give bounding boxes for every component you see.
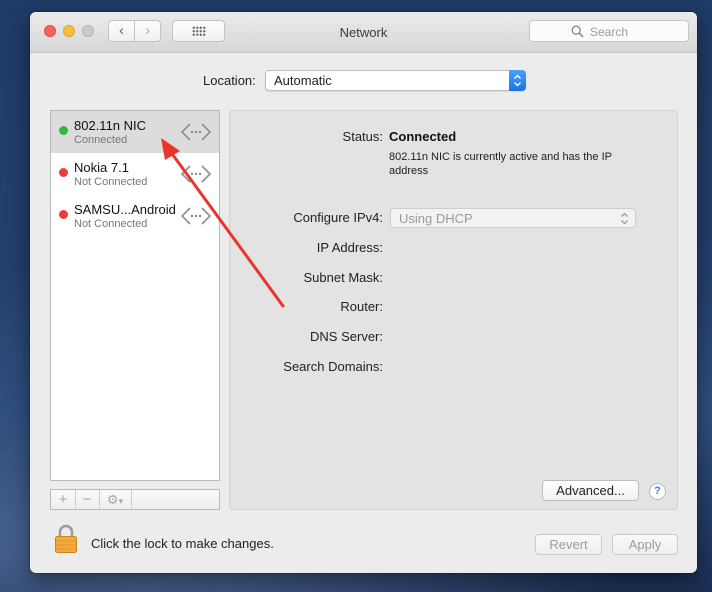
service-status: Connected xyxy=(74,134,128,146)
not-connected-status-dot xyxy=(59,168,68,177)
service-status: Not Connected xyxy=(74,176,148,188)
advanced-button[interactable]: Advanced... xyxy=(542,480,639,501)
service-name: 802.11n NIC xyxy=(74,118,147,133)
service-item-802-11n-nic[interactable]: 802.11n NIC Connected xyxy=(51,111,219,153)
service-list-toolbar: + − ⚙▾ xyxy=(50,489,220,510)
not-connected-status-dot xyxy=(59,210,68,219)
gear-icon: ⚙ xyxy=(106,492,119,507)
remove-service-button[interactable]: − xyxy=(75,490,100,509)
add-service-button[interactable]: + xyxy=(51,490,76,509)
apply-button[interactable]: Apply xyxy=(612,534,678,555)
network-preferences-window: ‹ › Network Location: Automatic 802.11n … xyxy=(30,12,697,573)
search-field[interactable] xyxy=(529,20,689,42)
service-item-nokia-7-1[interactable]: Nokia 7.1 Not Connected xyxy=(51,153,219,195)
dns-server-label: DNS Server: xyxy=(310,329,383,344)
search-domains-label: Search Domains: xyxy=(283,359,383,374)
service-name: Nokia 7.1 xyxy=(74,160,129,175)
select-arrows-icon xyxy=(509,70,526,91)
status-value: Connected xyxy=(389,129,457,144)
network-arrows-icon xyxy=(180,123,212,141)
network-arrows-icon xyxy=(180,165,212,183)
location-select[interactable]: Automatic xyxy=(265,70,526,91)
subnet-mask-label: Subnet Mask: xyxy=(303,270,384,285)
lock-icon[interactable] xyxy=(54,524,78,554)
service-actions-button[interactable]: ⚙▾ xyxy=(99,490,132,509)
location-value: Automatic xyxy=(274,73,332,88)
configure-ipv4-value: Using DHCP xyxy=(399,211,473,226)
service-item-samsung-android[interactable]: SAMSU...Android Not Connected xyxy=(51,195,219,237)
configure-ipv4-label: Configure IPv4: xyxy=(293,210,383,225)
help-button[interactable]: ? xyxy=(649,483,666,500)
lock-message: Click the lock to make changes. xyxy=(91,536,274,551)
service-status: Not Connected xyxy=(74,218,148,230)
revert-button[interactable]: Revert xyxy=(535,534,602,555)
service-name: SAMSU...Android xyxy=(74,202,176,217)
configure-ipv4-select[interactable]: Using DHCP xyxy=(390,208,636,228)
select-arrows-icon xyxy=(621,212,628,225)
status-description: 802.11n NIC is currently active and has … xyxy=(389,151,612,177)
status-label: Status: xyxy=(342,129,383,144)
location-label: Location: xyxy=(203,73,256,88)
router-label: Router: xyxy=(340,299,383,314)
connected-status-dot xyxy=(59,126,68,135)
title-bar: ‹ › Network xyxy=(30,12,697,53)
ip-address-label: IP Address: xyxy=(316,240,383,255)
search-icon xyxy=(571,25,584,38)
search-input[interactable] xyxy=(588,23,688,41)
network-arrows-icon xyxy=(180,207,212,225)
chevron-down-icon: ▾ xyxy=(118,496,124,506)
network-service-list: 802.11n NIC Connected Nokia 7.1 Not Conn… xyxy=(50,110,220,481)
